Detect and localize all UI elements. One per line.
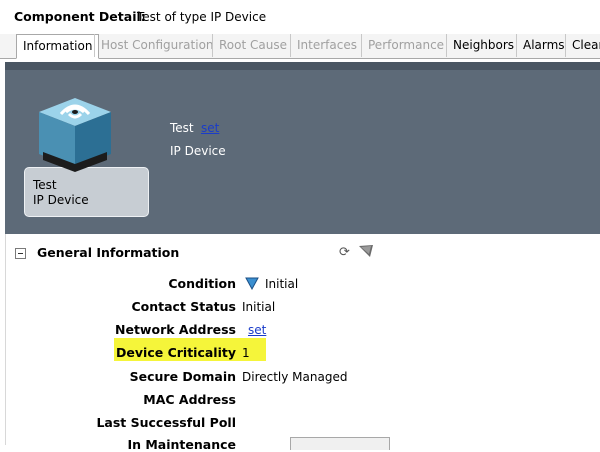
tab-alarms[interactable]: Alarms	[516, 34, 571, 57]
contact-status-value: Initial	[242, 300, 276, 314]
device-criticality-label: Device Criticality	[116, 345, 236, 360]
network-address-label: Network Address	[115, 322, 236, 337]
tab-information[interactable]: Information	[16, 34, 100, 59]
maintenance-button[interactable]	[290, 437, 390, 450]
banner-strip	[5, 62, 600, 70]
page-title-value: Test of type IP Device	[137, 10, 267, 24]
tab-neighbors[interactable]: Neighbors	[446, 34, 520, 57]
tab-bar: Information Host Configuration Root Caus…	[0, 34, 600, 59]
device-type: IP Device	[170, 144, 226, 158]
contact-status-label: Contact Status	[131, 299, 236, 314]
device-card[interactable]: Test IP Device	[24, 167, 149, 217]
device-name: Test	[170, 121, 194, 135]
last-successful-poll-label: Last Successful Poll	[96, 415, 236, 430]
general-information-section: General Information ⟳ Condition Initial …	[5, 234, 600, 452]
mac-address-label: MAC Address	[143, 392, 236, 407]
secure-domain-label: Secure Domain	[129, 369, 236, 384]
title-bar: Component Detail: Test of type IP Device	[0, 0, 600, 34]
refresh-icon[interactable]: ⟳	[339, 245, 350, 260]
tool-icon[interactable]	[358, 244, 374, 258]
collapse-toggle[interactable]	[15, 248, 26, 259]
section-title: General Information	[37, 245, 180, 260]
device-card-name: Test	[33, 178, 57, 192]
network-address-set-link[interactable]: set	[248, 323, 266, 337]
tab-performance[interactable]: Performance	[361, 34, 450, 57]
wireless-device-icon	[39, 98, 111, 172]
page-title-label: Component Detail:	[14, 9, 146, 24]
device-name-set-link[interactable]: set	[201, 121, 219, 135]
device-card-type: IP Device	[33, 193, 89, 207]
secure-domain-value: Directly Managed	[242, 370, 348, 384]
triangle-down-icon	[245, 277, 259, 290]
tab-clear[interactable]: Clear	[565, 34, 600, 57]
condition-label: Condition	[168, 276, 236, 291]
tab-root-cause[interactable]: Root Cause	[212, 34, 293, 57]
device-banner: Test IP Device Test set IP Device	[5, 62, 600, 234]
tab-interfaces[interactable]: Interfaces	[290, 34, 363, 57]
tab-host-configuration[interactable]: Host Configuration	[94, 34, 220, 57]
device-criticality-value: 1	[242, 346, 250, 360]
condition-value: Initial	[265, 277, 299, 291]
